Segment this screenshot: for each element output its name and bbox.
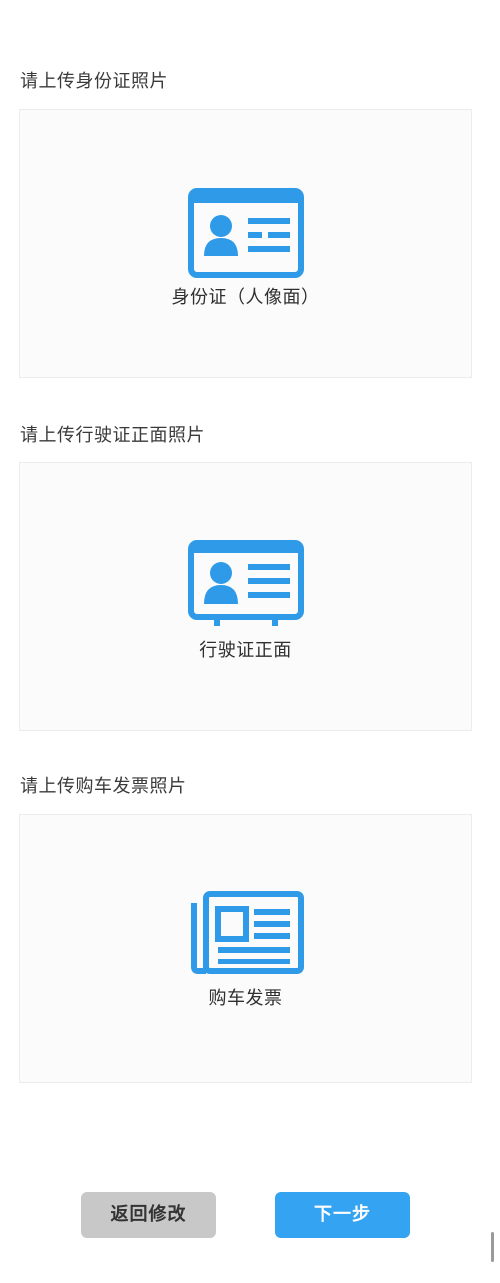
id-card-icon xyxy=(187,188,304,278)
id-card-caption: 身份证（人像面） xyxy=(171,287,320,308)
next-step-button[interactable]: 下一步 xyxy=(275,1192,410,1238)
back-edit-button[interactable]: 返回修改 xyxy=(81,1192,216,1238)
upload-page: 请上传身份证照片 身份证（人像面） 请上传行驶证正面照片 行驶证正面 请上传购车… xyxy=(0,0,500,1283)
id-card-section-label: 请上传身份证照片 xyxy=(20,71,168,92)
scrollbar[interactable] xyxy=(491,1232,494,1262)
invoice-caption: 购车发票 xyxy=(208,988,283,1009)
license-card-icon xyxy=(187,540,304,626)
invoice-section-label: 请上传购车发票照片 xyxy=(20,776,187,797)
license-section-label: 请上传行驶证正面照片 xyxy=(20,425,205,446)
id-card-upload-box[interactable]: 身份证（人像面） xyxy=(19,109,472,378)
license-caption: 行驶证正面 xyxy=(199,640,292,661)
license-upload-box[interactable]: 行驶证正面 xyxy=(19,462,472,731)
newspaper-icon xyxy=(190,891,304,974)
invoice-upload-box[interactable]: 购车发票 xyxy=(19,814,472,1083)
